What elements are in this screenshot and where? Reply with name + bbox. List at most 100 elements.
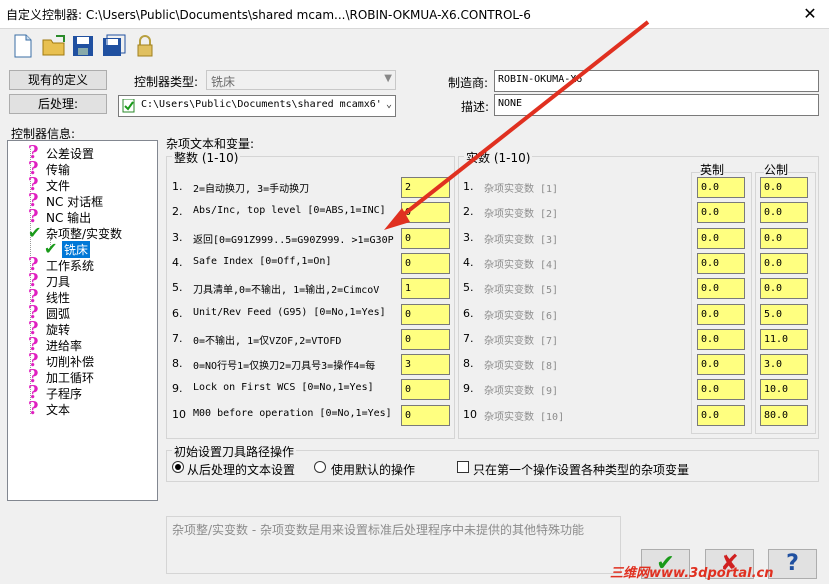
post-path-field[interactable]: C:\Users\Public\Documents\shared mcamx6'… xyxy=(118,95,396,117)
tree-item-label: 刀具 xyxy=(46,275,71,289)
imperial-value-field[interactable]: 0.0 xyxy=(697,354,745,376)
int-value-field[interactable]: 3 xyxy=(401,354,450,376)
imperial-value-field[interactable]: 0.0 xyxy=(697,202,745,224)
tree-item-label: 文本 xyxy=(46,403,71,417)
init-settings-title: 初始设置刀具路径操作 xyxy=(172,443,297,460)
int-value-field[interactable]: 1 xyxy=(401,278,450,300)
tree-item-label: 旋转 xyxy=(46,323,71,337)
save-icon[interactable] xyxy=(72,34,96,60)
close-icon[interactable]: ✕ xyxy=(799,3,821,25)
int-row-number: 9. xyxy=(172,382,183,396)
imperial-value-field[interactable]: 0.0 xyxy=(697,252,745,274)
imperial-value-field[interactable]: 0.0 xyxy=(697,328,745,350)
int-value-field[interactable]: 2 xyxy=(401,177,450,198)
metric-value-field[interactable]: 11.0 xyxy=(760,328,808,350)
help-text-box: 杂项整/实变数 - 杂项变数是用来设置标准后处理程序中未提供的其他特殊功能 xyxy=(166,516,621,574)
int-value-field[interactable]: 0 xyxy=(401,303,450,325)
metric-value-field[interactable]: 5.0 xyxy=(760,303,808,325)
real-row-label: 杂项实变数 [4] xyxy=(484,259,559,271)
imperial-column-header: 英制 xyxy=(700,161,725,178)
manufacturer-field[interactable]: ROBIN-OKUMA-X6 xyxy=(494,70,819,92)
real-row-number: 8. xyxy=(463,357,474,371)
int-row-number: 7. xyxy=(172,331,183,345)
int-value-field[interactable]: 0 xyxy=(401,379,450,401)
question-icon: ? xyxy=(28,398,39,419)
real-row-label: 杂项实变数 [9] xyxy=(484,386,559,398)
int-row-label: 2=自动换刀, 3=手动换刀 xyxy=(193,184,310,195)
chevron-down-icon[interactable]: ⌄ xyxy=(386,99,392,110)
metric-value-field[interactable]: 0.0 xyxy=(760,252,808,274)
int-row-number: 2. xyxy=(172,205,183,219)
int-row-number: 6. xyxy=(172,306,183,320)
tree-item-label: 文件 xyxy=(46,179,71,193)
int-row-label: M00 before operation [0=No,1=Yes] xyxy=(193,407,392,419)
description-label: 描述: xyxy=(461,100,490,114)
save-as-icon[interactable] xyxy=(102,34,126,60)
metric-value-field[interactable]: 0.0 xyxy=(760,202,808,224)
radio-from-post-text[interactable] xyxy=(172,461,184,473)
post-processor-button[interactable]: 后处理: xyxy=(9,94,107,114)
help-text: 杂项整/实变数 - 杂项变数是用来设置标准后处理程序中未提供的其他特殊功能 xyxy=(172,523,585,537)
title-bar: 自定义控制器: C:\Users\Public\Documents\shared… xyxy=(0,0,829,29)
controller-type-select[interactable]: 铣床 ▼ xyxy=(206,70,396,90)
real-row-number: 1. xyxy=(463,180,474,193)
imperial-value-field[interactable]: 0.0 xyxy=(697,278,745,300)
real-row-number: 4. xyxy=(463,255,474,269)
metric-column-header: 公制 xyxy=(764,161,789,178)
imperial-value-field[interactable]: 0.0 xyxy=(697,404,745,426)
check-icon: ✔ xyxy=(28,223,42,242)
metric-value-field[interactable]: 3.0 xyxy=(760,354,808,376)
int-row-label: Safe Index [0=Off,1=On] xyxy=(193,255,332,267)
help-button[interactable]: ? xyxy=(768,549,817,579)
tree-item-label: 杂项整/实变数 xyxy=(46,227,123,241)
metric-value-field[interactable]: 0.0 xyxy=(760,278,808,300)
tree-item-label: 进给率 xyxy=(46,339,83,353)
imperial-value-field[interactable]: 0.0 xyxy=(697,303,745,325)
real-row-label: 杂项实变数 [5] xyxy=(484,285,559,297)
manufacturer-label: 制造商: xyxy=(448,76,489,90)
real-row-label: 杂项实变数 [10] xyxy=(484,411,565,423)
controller-type-label: 控制器类型: xyxy=(134,75,199,89)
int-value-field[interactable]: 0 xyxy=(401,328,450,350)
real-row-number: 6. xyxy=(463,306,474,320)
tree-item-label: 铣床 xyxy=(62,241,91,258)
int-value-field[interactable]: 0 xyxy=(401,202,450,224)
imperial-value-field[interactable]: 0.0 xyxy=(697,379,745,401)
question-icon: ? xyxy=(786,551,799,576)
int-value-field[interactable]: 0 xyxy=(401,252,450,274)
lock-icon[interactable] xyxy=(134,34,158,60)
open-folder-icon[interactable] xyxy=(42,34,66,60)
real-row-number: 2. xyxy=(463,205,474,219)
metric-value-field[interactable]: 0.0 xyxy=(760,227,808,249)
imperial-value-field[interactable]: 0.0 xyxy=(697,227,745,249)
int-row-label: 0=不输出, 1=仅VZOF,2=VTOFD xyxy=(193,335,342,347)
int-row-number: 4. xyxy=(172,255,183,269)
new-file-icon[interactable] xyxy=(12,34,36,60)
real-row-number: 10 xyxy=(463,407,477,421)
metric-value-field[interactable]: 10.0 xyxy=(760,379,808,401)
int-row-number: 1. xyxy=(172,180,183,193)
imperial-value-field[interactable]: 0.0 xyxy=(697,177,745,198)
real-group-title: 实数 (1-10) xyxy=(464,149,533,166)
metric-value-field[interactable]: 0.0 xyxy=(760,177,808,198)
real-row-number: 3. xyxy=(463,230,474,244)
description-field[interactable]: NONE xyxy=(494,94,819,116)
first-op-only-checkbox[interactable] xyxy=(457,461,469,473)
int-row-label: 返回[0=G91Z999..5=G90Z999. >1=G30P xyxy=(193,234,394,246)
int-value-field[interactable]: 0 xyxy=(401,227,450,249)
real-row-label: 杂项实变数 [2] xyxy=(484,209,559,221)
controller-info-tree[interactable]: ? 公差设置? 传输? 文件? NC 对话框? NC 输出 ✔ 杂项整/实变数 ✔ 铣床? 工作系统… xyxy=(7,140,158,501)
tree-item-label: 工作系统 xyxy=(46,259,95,273)
metric-value-field[interactable]: 80.0 xyxy=(760,404,808,426)
real-row-label: 杂项实变数 [8] xyxy=(484,361,559,373)
real-row-number: 9. xyxy=(463,382,474,396)
int-value-field[interactable]: 0 xyxy=(401,404,450,426)
document-check-icon xyxy=(122,98,136,116)
radio-use-default[interactable] xyxy=(314,461,326,473)
watermark: 三维网www.3dportal.cn xyxy=(610,566,774,581)
real-row-label: 杂项实变数 [6] xyxy=(484,310,559,322)
int-row-label: Abs/Inc, top level [0=ABS,1=INC] xyxy=(193,205,386,217)
existing-definition-button[interactable]: 现有的定义 xyxy=(9,70,107,90)
chevron-down-icon: ▼ xyxy=(384,73,392,84)
int-row-label: Unit/Rev Feed (G95) [0=No,1=Yes] xyxy=(193,306,386,318)
